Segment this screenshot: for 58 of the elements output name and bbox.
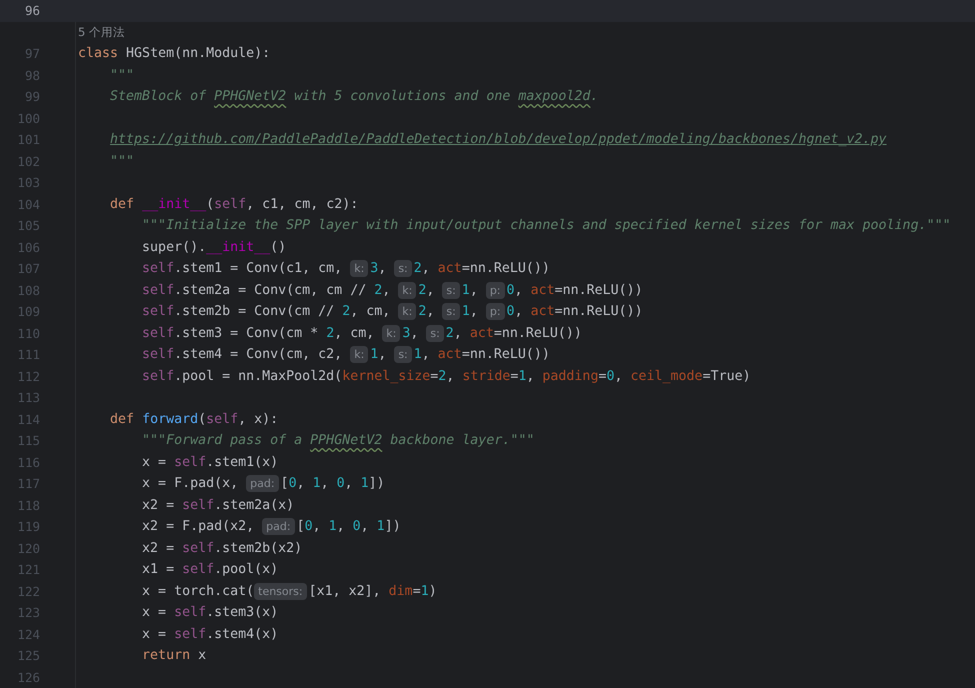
code-text: 1, bbox=[370, 347, 388, 362]
code-text: 3, bbox=[370, 261, 388, 276]
inlay-hint: k: bbox=[350, 260, 368, 278]
inlay-hint: s: bbox=[394, 346, 412, 364]
code-text: x1 = self.pool(x) bbox=[141, 562, 278, 578]
code-text: 1, bbox=[462, 304, 479, 320]
code-text: x2 = self.stem2a(x) bbox=[141, 498, 294, 513]
code-text: 2, act=nn.ReLU()) bbox=[414, 261, 550, 276]
usages-hint[interactable]: 5 个用法 bbox=[78, 24, 125, 40]
code-text: 2, act=nn.ReLU()) bbox=[446, 326, 582, 341]
inlay-hint: s: bbox=[442, 303, 460, 320]
code-text: self.stem1 = Conv(c1, cm, bbox=[141, 261, 344, 276]
line-number: 96 bbox=[24, 3, 40, 18]
code-text: super().__init__() bbox=[141, 240, 286, 255]
code-text: 0, act=nn.ReLU()) bbox=[506, 282, 643, 298]
code-text: 1, bbox=[462, 282, 479, 298]
code-text: """Initialize the SPP layer with input/output channels and specified kernel sizes for max pooling.""" bbox=[141, 218, 951, 234]
code-text: [x1, x2], dim=1) bbox=[308, 584, 437, 599]
code-text: https://github.com/PaddlePaddle/PaddleDetection/blob/develop/ppdet/modeling/backbones/hgnet_v2.py bbox=[109, 132, 887, 148]
inlay-hint: k: bbox=[350, 346, 368, 364]
inlay-hint: pad: bbox=[246, 475, 279, 492]
code-text: """ bbox=[109, 68, 134, 83]
code-text: x2 = F.pad(x2, bbox=[141, 519, 256, 534]
code-text: [0, 1, 0, 1]) bbox=[296, 519, 401, 534]
code-text: return x bbox=[141, 648, 206, 664]
code-text: self.stem4 = Conv(cm, c2, bbox=[141, 347, 344, 362]
code-text: x = self.stem1(x) bbox=[141, 454, 278, 470]
inlay-hint: k: bbox=[398, 303, 416, 320]
code-text: class HGStem(nn.Module): bbox=[78, 46, 270, 62]
code-text: x = self.stem3(x) bbox=[141, 605, 278, 620]
code-text: """Forward pass of a PPHGNetV2 backbone layer.""" bbox=[141, 433, 534, 448]
code-text: 2, bbox=[418, 282, 436, 298]
code-text: def forward(self, x): bbox=[109, 412, 278, 427]
inlay-hint: s: bbox=[394, 260, 412, 278]
inlay-hint: pad: bbox=[262, 518, 295, 536]
code-text: self.stem2b = Conv(cm // 2, cm, bbox=[141, 304, 392, 320]
code-text: 3, bbox=[402, 326, 420, 341]
code-text: x2 = self.stem2b(x2) bbox=[141, 540, 302, 556]
inlay-hint: s: bbox=[442, 282, 460, 299]
code-text: 2, bbox=[418, 304, 436, 320]
code-text: def __init__(self, c1, cm, c2): bbox=[109, 196, 358, 212]
code-text: StemBlock of PPHGNetV2 with 5 convolutions and one maxpool2d. bbox=[109, 89, 598, 104]
code-text: self.stem2a = Conv(cm, cm // 2, bbox=[141, 282, 392, 298]
code-text: x = torch.cat( bbox=[141, 584, 254, 599]
code-text: """ bbox=[109, 154, 134, 169]
code-text: [0, 1, 0, 1]) bbox=[280, 476, 385, 492]
code-text: 1, act=nn.ReLU()) bbox=[414, 347, 550, 362]
inlay-hint: k: bbox=[398, 282, 416, 299]
code-text: self.stem3 = Conv(cm * 2, cm, bbox=[141, 326, 376, 341]
code-text: 0, act=nn.ReLU()) bbox=[506, 304, 643, 320]
inlay-hint: k: bbox=[382, 324, 400, 342]
inlay-hint: s: bbox=[426, 324, 444, 342]
code-text: x = F.pad(x, bbox=[141, 476, 240, 492]
code-text: self.pool = nn.MaxPool2d(kernel_size=2, stride=1, padding=0, ceil_mode=True) bbox=[141, 368, 751, 384]
code-text: x = self.stem4(x) bbox=[141, 626, 278, 642]
inlay-hint: tensors: bbox=[254, 582, 307, 600]
inlay-hint: p: bbox=[486, 282, 505, 299]
inlay-hint: p: bbox=[486, 303, 505, 320]
